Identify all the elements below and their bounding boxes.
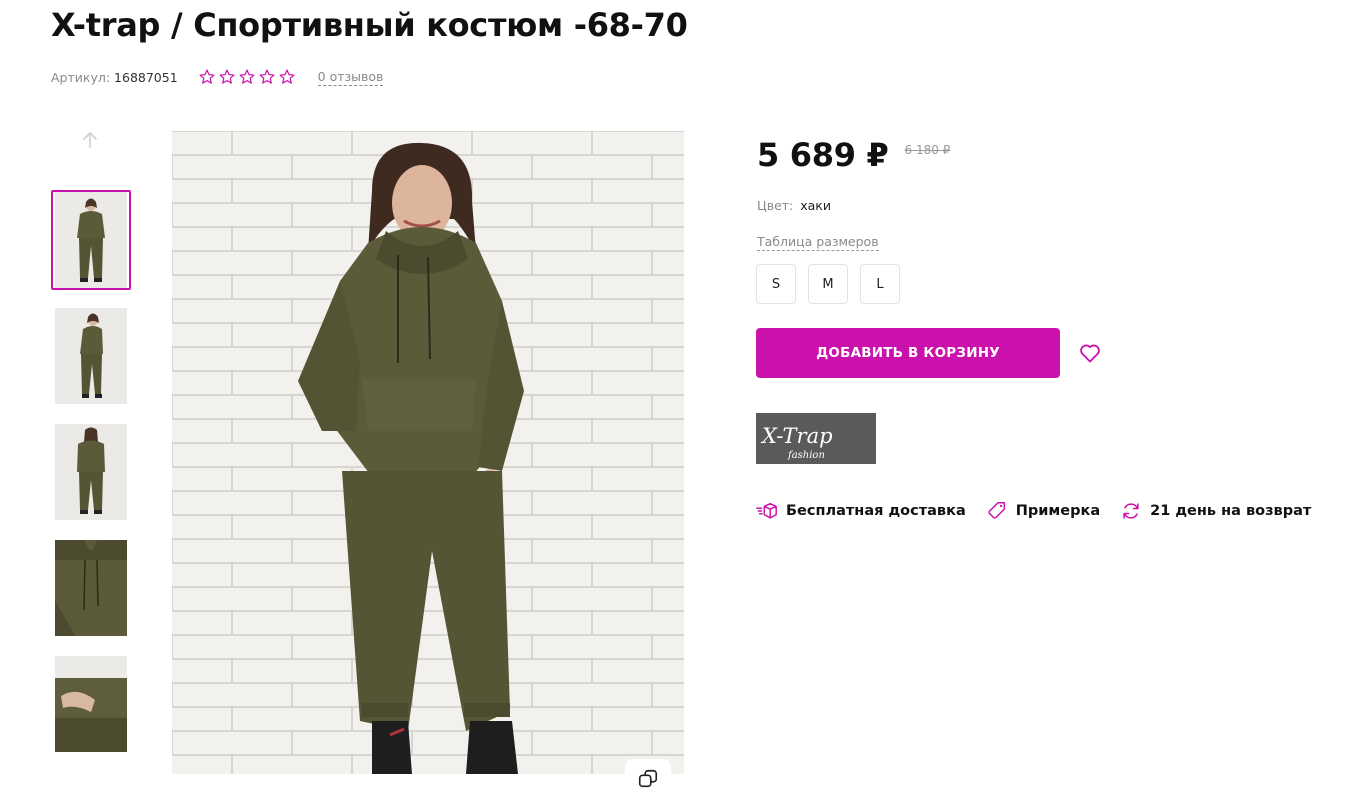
- sku-label: Артикул:: [51, 69, 111, 85]
- size-option-l[interactable]: L: [860, 264, 900, 304]
- delivery-box-icon: [756, 502, 777, 519]
- add-to-cart-button[interactable]: ДОБАВИТЬ В КОРЗИНУ: [756, 328, 1060, 378]
- current-price: 5 689 ₽: [757, 136, 889, 174]
- copy-icon: [638, 769, 658, 788]
- size-option-s[interactable]: S: [756, 264, 796, 304]
- sku-value: 16887051: [114, 69, 178, 85]
- perk-return: 21 день на возврат: [1120, 500, 1311, 522]
- star-icon: [279, 69, 295, 84]
- price-block: 5 689 ₽ 6 180 ₽: [757, 136, 950, 174]
- perks-row: Бесплатная доставка Примерка 21 день на …: [756, 500, 1311, 522]
- brand-logo[interactable]: X-Trap fashion: [756, 413, 876, 464]
- thumbnail-image: [55, 540, 127, 636]
- size-option-m[interactable]: M: [808, 264, 848, 304]
- perk-fitting: Примерка: [986, 500, 1100, 522]
- old-price: 6 180 ₽: [904, 143, 951, 157]
- perk-label: Примерка: [1015, 503, 1101, 519]
- svg-text:fashion: fashion: [787, 450, 825, 461]
- heart-icon[interactable]: [1078, 341, 1102, 365]
- reviews-link[interactable]: 0 отзывов: [317, 69, 384, 86]
- perk-label: Бесплатная доставка: [786, 503, 966, 519]
- star-icon: [239, 69, 255, 84]
- refresh-icon: [1123, 503, 1139, 519]
- zoom-button[interactable]: [625, 759, 671, 799]
- thumbnail-back[interactable]: [51, 422, 131, 522]
- thumbnail-pocket[interactable]: [51, 654, 131, 754]
- color-value: хаки: [800, 198, 831, 213]
- size-table-link[interactable]: Таблица размеров: [757, 233, 879, 251]
- perk-label: 21 день на возврат: [1150, 503, 1312, 519]
- svg-text:X-Trap: X-Trap: [760, 424, 833, 448]
- brand-logo-image: X-Trap fashion: [756, 413, 876, 464]
- star-icon: [219, 69, 235, 84]
- thumbnail-image: [55, 424, 127, 520]
- product-meta: Артикул: 16887051 0 отзывов: [51, 68, 384, 86]
- hanger-tag-icon: [988, 502, 1005, 519]
- color-label: Цвет:: [757, 198, 794, 213]
- thumbnail-image: [55, 308, 127, 404]
- thumbnail-list: [51, 190, 131, 770]
- thumbnail-hood[interactable]: [51, 538, 131, 638]
- thumbnail-image: [55, 192, 127, 288]
- star-icon: [199, 69, 215, 84]
- main-product-photo[interactable]: [172, 131, 684, 774]
- perk-free-delivery: Бесплатная доставка: [756, 500, 966, 522]
- size-selector: S M L: [756, 264, 900, 304]
- thumbnail-image: [55, 656, 127, 752]
- rating-stars: [198, 68, 296, 86]
- arrow-up-icon[interactable]: [78, 128, 102, 152]
- product-title: X-trap / Спортивный костюм -68-70: [51, 6, 688, 44]
- color-info: Цвет: хаки: [757, 198, 831, 213]
- thumbnail-side[interactable]: [51, 306, 131, 406]
- star-icon: [259, 69, 275, 84]
- thumbnail-front[interactable]: [51, 190, 131, 290]
- product-image: [172, 131, 684, 774]
